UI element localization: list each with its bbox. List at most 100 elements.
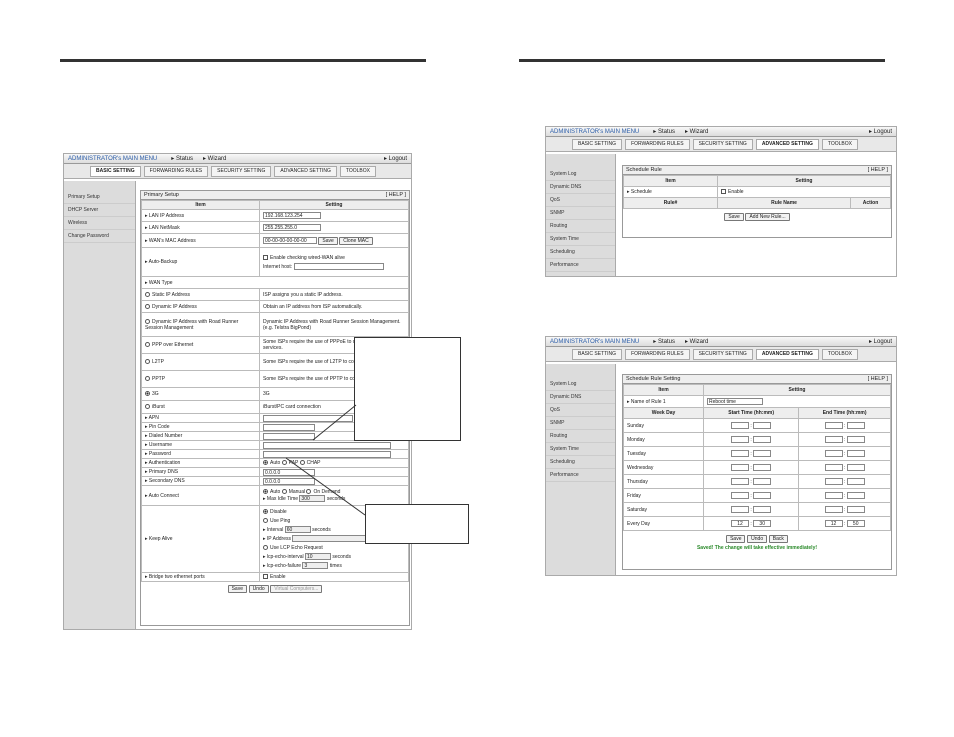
- col-item: Item: [623, 175, 718, 187]
- panel-title: Schedule Rule: [626, 167, 662, 173]
- end-hour-input[interactable]: [824, 492, 843, 499]
- panel-header: Schedule Rule [ HELP ]: [623, 166, 891, 175]
- sidebar-item-routing[interactable]: Routing: [546, 430, 615, 443]
- sidebar-item-system-log[interactable]: System Log: [546, 168, 615, 181]
- start-hour-input[interactable]: [731, 492, 750, 499]
- end-minute-input[interactable]: [846, 506, 865, 513]
- sidebar-item-system-log[interactable]: System Log: [546, 378, 615, 391]
- start-hour-input[interactable]: [731, 450, 750, 457]
- logout-link[interactable]: ▸ Logout: [869, 338, 892, 345]
- tab-toolbox[interactable]: TOOLBOX: [821, 348, 858, 360]
- start-minute-input[interactable]: [753, 478, 772, 485]
- start-minute-input[interactable]: [753, 436, 772, 443]
- schedule-label: ▸ Schedule: [623, 186, 718, 198]
- day-label: Sunday: [623, 418, 704, 433]
- schedule-buttons: Save Add New Rule...: [623, 213, 891, 221]
- rule-name-input[interactable]: Reboot time: [707, 398, 763, 405]
- start-hour-input[interactable]: [731, 464, 750, 471]
- day-row: Friday : :: [623, 488, 891, 503]
- add-new-rule-button[interactable]: Add New Rule...: [745, 213, 790, 221]
- end-minute-input[interactable]: [846, 436, 865, 443]
- sidebar-item-performance[interactable]: Performance: [546, 259, 615, 272]
- sidebar-item-qos[interactable]: QoS: [546, 404, 615, 417]
- start-minute-input[interactable]: [753, 464, 772, 471]
- sidebar-item-routing[interactable]: Routing: [546, 220, 615, 233]
- end-hour-input[interactable]: [824, 464, 843, 471]
- day-row: Every Day 12 : 30 12 : 50: [623, 516, 891, 531]
- sidebar-item-snmp[interactable]: SNMP: [546, 417, 615, 430]
- sidebar-item-system-time[interactable]: System Time: [546, 233, 615, 246]
- schedule-setting-table: Item Setting ▸ Name of Rule 1 Reboot time …: [623, 384, 891, 531]
- help-link[interactable]: [ HELP ]: [868, 376, 888, 382]
- end-minute-input[interactable]: [846, 492, 865, 499]
- tab-forwarding-rules[interactable]: FORWARDING RULES: [625, 348, 690, 360]
- tab-advanced-setting[interactable]: ADVANCED SETTING: [755, 348, 819, 360]
- schedule-rule-screenshot: ADMINISTRATOR's MAIN MENU ▸ Status ▸ Wiz…: [545, 126, 897, 277]
- start-minute-input[interactable]: [753, 492, 772, 499]
- status-link[interactable]: ▸ Status: [653, 128, 675, 135]
- schedule-setting-screenshot: ADMINISTRATOR's MAIN MENU ▸ Status ▸ Wiz…: [545, 336, 897, 576]
- panel-title: Schedule Rule Setting: [626, 376, 681, 382]
- sidebar-item-dynamic-dns[interactable]: Dynamic DNS: [546, 181, 615, 194]
- day-label: Tuesday: [623, 446, 704, 461]
- start-minute-input[interactable]: [753, 506, 772, 513]
- end-minute-input[interactable]: [846, 422, 865, 429]
- wizard-link[interactable]: ▸ Wizard: [685, 128, 708, 135]
- sidebar-item-system-time[interactable]: System Time: [546, 443, 615, 456]
- wizard-link[interactable]: ▸ Wizard: [685, 338, 708, 345]
- start-minute-input[interactable]: [753, 422, 772, 429]
- end-minute-input[interactable]: [846, 478, 865, 485]
- setting-undo-button[interactable]: Undo: [747, 535, 768, 543]
- start-minute-input[interactable]: [753, 450, 772, 457]
- end-hour-input[interactable]: [824, 450, 843, 457]
- saved-message: Saved! The change will take effective im…: [696, 545, 818, 551]
- end-minute-input[interactable]: [846, 450, 865, 457]
- end-minute-input[interactable]: [846, 464, 865, 471]
- setting-back-button[interactable]: Back: [768, 535, 788, 543]
- status-link[interactable]: ▸ Status: [653, 338, 675, 345]
- schedule-setting-panel: Schedule Rule Setting [ HELP ] Item Settin…: [622, 374, 892, 570]
- tab-advanced-setting[interactable]: ADVANCED SETTING: [755, 138, 819, 150]
- schedule-save-button[interactable]: Save: [724, 213, 744, 221]
- sidebar-advanced: System Log Dynamic DNS QoS SNMP Routing …: [546, 154, 616, 276]
- rule-name-label: ▸ Name of Rule 1: [623, 395, 704, 408]
- end-hour-input[interactable]: [824, 478, 843, 485]
- tab-basic-setting[interactable]: BASIC SETTING: [572, 138, 623, 150]
- sidebar-item-qos[interactable]: QoS: [546, 194, 615, 207]
- top-nav: ADMINISTRATOR's MAIN MENU ▸ Status ▸ Wiz…: [546, 337, 896, 347]
- start-hour-input[interactable]: [731, 436, 750, 443]
- schedule-setting-buttons: Save Undo Back: [623, 535, 891, 543]
- tab-bar: BASIC SETTING FORWARDING RULES SECURITY …: [546, 347, 896, 362]
- tab-basic-setting[interactable]: BASIC SETTING: [572, 348, 623, 360]
- start-hour-input[interactable]: [731, 422, 750, 429]
- start-minute-input[interactable]: 30: [753, 520, 772, 527]
- end-hour-input[interactable]: 12: [824, 520, 843, 527]
- day-label: Friday: [623, 488, 704, 503]
- start-hour-input[interactable]: [731, 506, 750, 513]
- schedule-enable-checkbox[interactable]: [721, 189, 726, 195]
- start-hour-input[interactable]: [731, 478, 750, 485]
- end-hour-input[interactable]: [824, 422, 843, 429]
- sidebar-item-performance[interactable]: Performance: [546, 469, 615, 482]
- help-link[interactable]: [ HELP ]: [868, 167, 888, 173]
- col-week-day: Week Day: [623, 407, 704, 419]
- sidebar-item-scheduling[interactable]: Scheduling: [546, 456, 615, 469]
- col-start-time: Start Time (hh:mm): [702, 407, 800, 419]
- setting-save-button[interactable]: Save: [726, 535, 746, 543]
- end-hour-input[interactable]: [824, 436, 843, 443]
- day-label: Every Day: [623, 516, 704, 531]
- tab-security-setting[interactable]: SECURITY SETTING: [692, 348, 753, 360]
- sidebar-item-scheduling[interactable]: Scheduling: [546, 246, 615, 259]
- sidebar-item-snmp[interactable]: SNMP: [546, 207, 615, 220]
- end-hour-input[interactable]: [824, 506, 843, 513]
- main-menu-link[interactable]: ADMINISTRATOR's MAIN MENU: [550, 129, 639, 135]
- sidebar-item-dynamic-dns[interactable]: Dynamic DNS: [546, 391, 615, 404]
- main-menu-link[interactable]: ADMINISTRATOR's MAIN MENU: [550, 339, 639, 345]
- end-minute-input[interactable]: 50: [846, 520, 865, 527]
- tab-toolbox[interactable]: TOOLBOX: [821, 138, 858, 150]
- tab-security-setting[interactable]: SECURITY SETTING: [692, 138, 753, 150]
- panel-header: Schedule Rule Setting [ HELP ]: [623, 375, 891, 384]
- start-hour-input[interactable]: 12: [731, 520, 750, 527]
- tab-forwarding-rules[interactable]: FORWARDING RULES: [625, 138, 690, 150]
- logout-link[interactable]: ▸ Logout: [869, 128, 892, 135]
